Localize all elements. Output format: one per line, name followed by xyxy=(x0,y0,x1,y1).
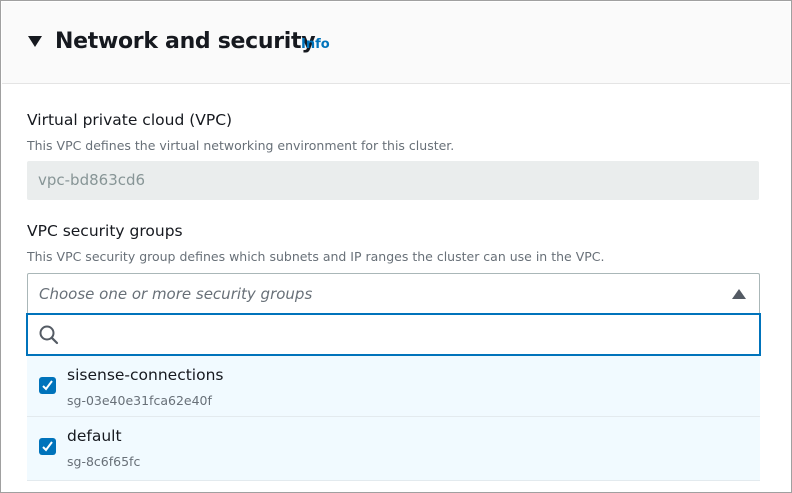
vpc-field: vpc-bd863cd6 xyxy=(27,161,759,200)
vpc-description: This VPC defines the virtual networking … xyxy=(27,138,455,153)
option-id: sg-03e40e31fca62e40f xyxy=(67,393,212,408)
option-default[interactable]: default sg-8c6f65fc xyxy=(27,417,760,481)
option-name: default xyxy=(67,427,122,445)
checkmark-icon xyxy=(42,441,53,452)
security-groups-label: VPC security groups xyxy=(27,222,183,240)
network-security-panel: Network and security Info Virtual privat… xyxy=(0,0,792,493)
vpc-label: Virtual private cloud (VPC) xyxy=(27,111,233,129)
checkmark-icon xyxy=(42,380,53,391)
caret-down-icon[interactable] xyxy=(28,36,42,47)
search-icon xyxy=(39,325,59,345)
security-groups-search-input[interactable] xyxy=(26,313,761,356)
option-sisense-connections[interactable]: sisense-connections sg-03e40e31fca62e40f xyxy=(27,356,760,417)
checkbox-checked[interactable] xyxy=(39,377,56,394)
caret-up-icon xyxy=(732,289,746,299)
option-name: sisense-connections xyxy=(67,366,224,384)
checkbox-checked[interactable] xyxy=(39,438,56,455)
section-header[interactable]: Network and security Info xyxy=(2,2,790,84)
section-title: Network and security xyxy=(55,29,316,54)
select-placeholder: Choose one or more security groups xyxy=(39,285,313,303)
security-groups-select[interactable]: Choose one or more security groups xyxy=(27,273,760,314)
security-groups-description: This VPC security group defines which su… xyxy=(27,249,605,264)
info-link[interactable]: Info xyxy=(301,37,330,52)
option-id: sg-8c6f65fc xyxy=(67,454,141,469)
